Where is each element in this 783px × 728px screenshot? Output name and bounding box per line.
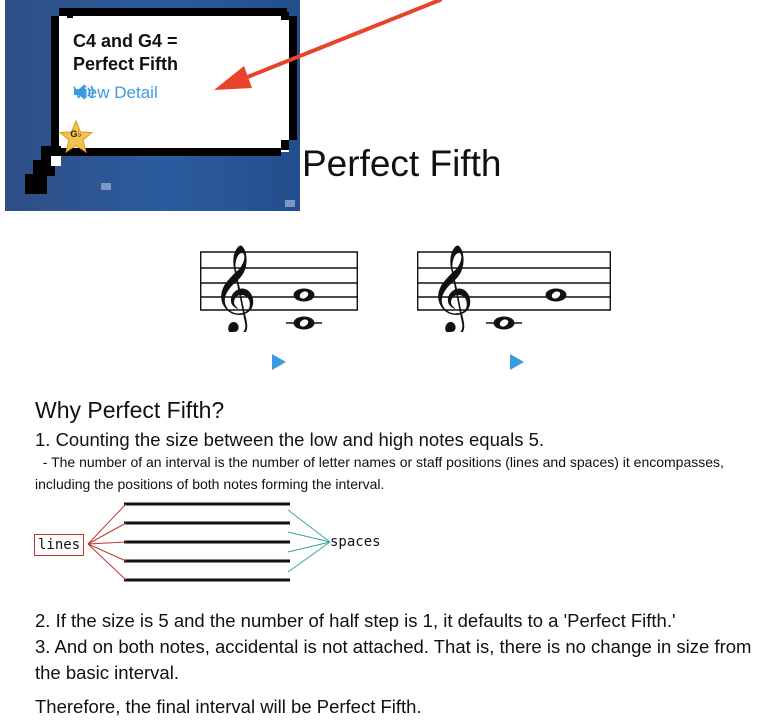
step-1-note: - The number of an interval is the numbe… xyxy=(35,454,728,492)
play-harmonic-button[interactable] xyxy=(272,354,286,370)
lines-label: lines xyxy=(34,534,85,556)
play-melodic-button[interactable] xyxy=(510,354,524,370)
treble-clef-icon: 𝄞 xyxy=(429,243,474,332)
conclusion: Therefore, the final interval will be Pe… xyxy=(35,696,422,717)
step-1: 1. Counting the size between the low and… xyxy=(35,429,545,450)
staff-melodic: 𝄞 xyxy=(417,243,612,332)
badge-label: G♭ xyxy=(70,129,82,139)
key-badge: G♭ xyxy=(58,120,94,154)
page-title: Perfect Fifth xyxy=(302,143,502,184)
why-heading: Why Perfect Fifth? xyxy=(35,397,225,423)
staff-harmonic: 𝄞 xyxy=(200,243,359,332)
spaces-label: spaces xyxy=(330,534,381,550)
step-3: 3. And on both notes, accidental is not … xyxy=(35,636,752,683)
pointer-arrow-icon xyxy=(214,0,442,90)
lines-spaces-diagram xyxy=(87,502,331,582)
step-2: 2. If the size is 5 and the number of ha… xyxy=(35,610,676,631)
treble-clef-icon: 𝄞 xyxy=(212,243,257,332)
